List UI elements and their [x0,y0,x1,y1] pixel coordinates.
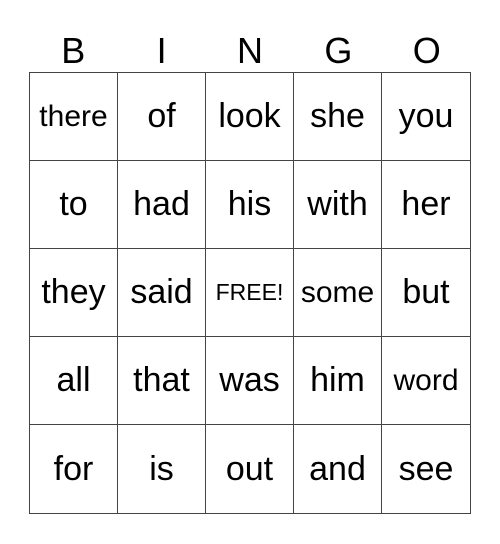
bingo-cell: her [382,161,470,249]
bingo-cell: word [382,337,470,425]
bingo-cell: that [118,337,206,425]
bingo-cell: some [294,249,382,337]
bingo-cell: had [118,161,206,249]
free-space-cell: FREE! [206,249,294,337]
bingo-cell: him [294,337,382,425]
header-letter-g: G [324,30,353,71]
header-letter-o: O [412,30,441,71]
bingo-cell: they [30,249,118,337]
bingo-cell: is [118,425,206,513]
bingo-grid: there of look she you to had his with he… [29,72,471,514]
bingo-cell: for [30,425,118,513]
header-letter-b: B [61,30,86,71]
bingo-cell: with [294,161,382,249]
bingo-cell: look [206,73,294,161]
header-letter-n: N [236,30,263,71]
bingo-header: B I N G O [29,30,471,72]
bingo-cell: all [30,337,118,425]
bingo-cell: and [294,425,382,513]
bingo-cell: you [382,73,470,161]
bingo-cell: she [294,73,382,161]
bingo-cell: his [206,161,294,249]
header-letter-i: I [156,30,167,71]
bingo-cell: there [30,73,118,161]
bingo-cell: to [30,161,118,249]
bingo-cell: see [398,449,454,488]
bingo-cell: said [118,249,206,337]
bingo-cell: was [206,337,294,425]
bingo-cell: of [118,73,206,161]
bingo-cell: but [382,249,470,337]
bingo-cell: out [206,425,294,513]
